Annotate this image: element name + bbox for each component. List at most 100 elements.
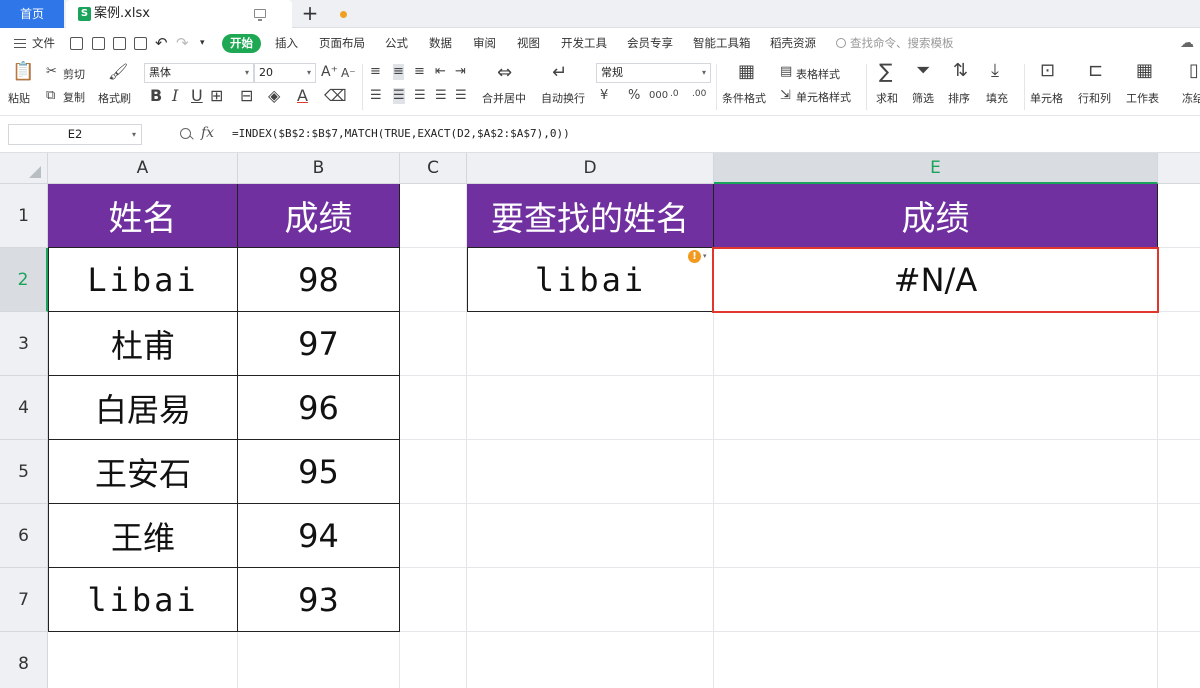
command-search[interactable]: 查找命令、搜索模板 — [836, 28, 954, 58]
score-cell[interactable]: 95 — [238, 440, 400, 504]
name-cell[interactable]: 杜甫 — [48, 312, 238, 376]
row-header-6[interactable]: 6 — [0, 504, 48, 568]
fx-icon[interactable]: fx — [201, 125, 214, 141]
menu-member[interactable]: 会员专享 — [627, 28, 673, 58]
align-left-icon[interactable]: ☰ — [370, 88, 382, 104]
quick-access-dropdown-icon[interactable]: ▾ — [200, 28, 205, 58]
row-header-3[interactable]: 3 — [0, 312, 48, 376]
sum-button[interactable]: 求和 — [876, 90, 898, 106]
paste-icon[interactable]: 📋 — [12, 63, 34, 81]
row-header-8[interactable]: 8 — [0, 632, 48, 688]
decrease-indent-icon[interactable]: ⇤ — [435, 64, 446, 80]
new-tab-button[interactable]: + — [298, 0, 322, 28]
align-middle-icon[interactable]: ≡ — [393, 64, 404, 80]
cell-button[interactable]: 单元格 — [1030, 90, 1063, 106]
menu-view[interactable]: 视图 — [517, 28, 540, 58]
menu-developer[interactable]: 开发工具 — [561, 28, 607, 58]
worksheet-button[interactable]: 工作表 — [1126, 90, 1159, 106]
score-cell[interactable]: 96 — [238, 376, 400, 440]
name-cell[interactable]: 白居易 — [48, 376, 238, 440]
thousands-icon[interactable]: 000 — [649, 88, 668, 104]
row-col-button[interactable]: 行和列 — [1078, 90, 1111, 106]
align-bottom-icon[interactable]: ≡ — [414, 64, 425, 80]
increase-decimal-icon[interactable]: .0 — [670, 86, 679, 102]
formula-input[interactable]: =INDEX($B$2:$B$7,MATCH(TRUE,EXACT(D2,$A$… — [232, 116, 570, 152]
score-cell[interactable]: 97 — [238, 312, 400, 376]
menu-docer[interactable]: 稻壳资源 — [770, 28, 816, 58]
name-cell[interactable]: 王维 — [48, 504, 238, 568]
tab-file[interactable]: S 案例.xlsx — [66, 0, 347, 28]
lookup-name-cell[interactable]: libai — [467, 248, 714, 312]
fill-button[interactable]: 填充 — [986, 90, 1008, 106]
name-cell[interactable]: Libai — [48, 248, 238, 312]
format-painter-button[interactable]: 格式刷 — [98, 90, 131, 106]
align-center-icon[interactable]: ☰ — [393, 88, 405, 104]
merge-center-button[interactable]: 合并居中 — [482, 90, 526, 106]
export-icon[interactable] — [92, 37, 105, 50]
undo-icon[interactable]: ↶ — [155, 28, 168, 58]
bold-icon[interactable]: B — [150, 88, 162, 104]
chevron-down-icon[interactable]: ▾ — [703, 252, 707, 260]
lookup-header-name[interactable]: 要查找的姓名 — [467, 184, 714, 248]
error-warning-icon[interactable]: ! — [688, 250, 701, 263]
score-cell[interactable]: 93 — [238, 568, 400, 632]
menu-page-layout[interactable]: 页面布局 — [319, 28, 365, 58]
name-box[interactable]: E2 ▾ — [8, 124, 142, 145]
conditional-format-button[interactable]: 条件格式 — [722, 90, 766, 106]
font-name-select[interactable]: 黑体 ▾ — [144, 63, 254, 83]
score-cell[interactable]: 94 — [238, 504, 400, 568]
percent-icon[interactable]: % — [628, 88, 640, 104]
increase-indent-icon[interactable]: ⇥ — [455, 64, 466, 80]
row-header-1[interactable]: 1 — [0, 184, 48, 248]
align-right-icon[interactable]: ☰ — [414, 88, 426, 104]
font-color-icon[interactable]: A — [297, 88, 308, 104]
monitor-icon[interactable] — [254, 9, 266, 21]
italic-icon[interactable]: I — [172, 88, 178, 104]
column-header-b[interactable]: B — [238, 153, 400, 184]
distributed-icon[interactable]: ☰ — [455, 88, 467, 104]
row-header-5[interactable]: 5 — [0, 440, 48, 504]
redo-icon[interactable]: ↷ — [176, 28, 189, 58]
menu-tab-home[interactable]: 开始 — [222, 34, 261, 53]
column-header-e[interactable]: E — [714, 153, 1158, 184]
menu-insert[interactable]: 插入 — [275, 28, 298, 58]
align-top-icon[interactable]: ≡ — [370, 64, 381, 80]
save-icon[interactable] — [70, 37, 83, 50]
lookup-result-cell[interactable]: #N/A — [714, 248, 1158, 312]
freeze-button[interactable]: 冻结 — [1182, 90, 1200, 106]
font-size-select[interactable]: 20 ▾ — [254, 63, 316, 83]
column-header-a[interactable]: A — [48, 153, 238, 184]
select-all-corner[interactable] — [0, 153, 48, 184]
tab-home[interactable]: 首页 — [0, 0, 64, 28]
name-cell[interactable]: 王安石 — [48, 440, 238, 504]
clear-format-icon[interactable]: ⌫ — [324, 88, 347, 104]
column-header-c[interactable]: C — [400, 153, 467, 184]
row-header-2[interactable]: 2 — [0, 248, 48, 312]
header-cell-name[interactable]: 姓名 — [48, 184, 238, 248]
increase-font-icon[interactable]: A⁺ — [321, 64, 338, 80]
paste-button[interactable]: 粘贴 — [8, 90, 30, 106]
row-header-7[interactable]: 7 — [0, 568, 48, 632]
header-cell-score[interactable]: 成绩 — [238, 184, 400, 248]
lookup-header-score[interactable]: 成绩 — [714, 184, 1158, 248]
row-header-4[interactable]: 4 — [0, 376, 48, 440]
currency-icon[interactable]: ¥ — [600, 88, 608, 104]
print-icon[interactable] — [113, 37, 126, 50]
table-style-button[interactable]: 表格样式 — [796, 66, 840, 82]
print-preview-icon[interactable] — [134, 37, 147, 50]
copy-button[interactable]: 复制 — [63, 89, 85, 105]
menu-formulas[interactable]: 公式 — [385, 28, 408, 58]
cell-style-button[interactable]: 单元格样式 — [796, 89, 851, 105]
filter-button[interactable]: 筛选 — [912, 90, 934, 106]
menu-file[interactable]: 文件 — [32, 28, 55, 58]
column-header-d[interactable]: D — [467, 153, 714, 184]
column-header-f[interactable] — [1158, 153, 1200, 184]
wrap-text-button[interactable]: 自动换行 — [541, 90, 585, 106]
decrease-decimal-icon[interactable]: .00 — [692, 86, 706, 102]
number-format-select[interactable]: 常规 ▾ — [596, 63, 711, 83]
borders-icon[interactable]: ⊞ — [210, 88, 223, 104]
menu-data[interactable]: 数据 — [429, 28, 452, 58]
name-cell[interactable]: libai — [48, 568, 238, 632]
fill-color-icon[interactable]: ◈ — [268, 88, 280, 104]
menu-smart-tools[interactable]: 智能工具箱 — [693, 28, 751, 58]
